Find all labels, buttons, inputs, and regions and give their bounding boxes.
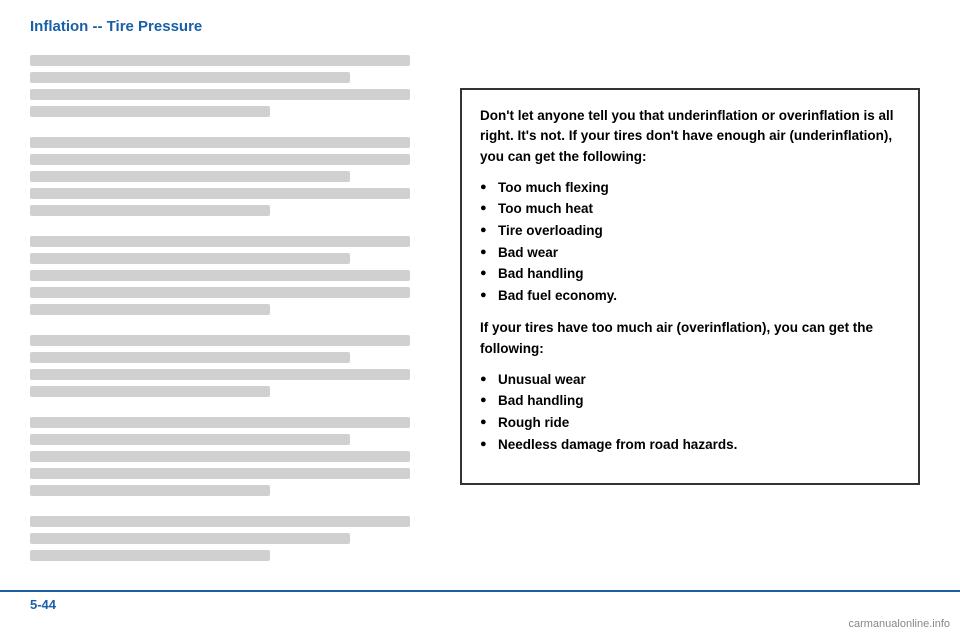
placeholder-line	[30, 304, 270, 315]
overinflation-bullet-item: Bad handling	[480, 390, 900, 412]
info-box-mid-text: If your tires have too much air (overinf…	[480, 318, 900, 359]
underinflation-list: Too much flexingToo much heatTire overlo…	[480, 177, 900, 307]
placeholder-line	[30, 550, 270, 561]
underinflation-bullet-item: Too much heat	[480, 198, 900, 220]
placeholder-line	[30, 468, 410, 479]
underinflation-bullet-item: Bad wear	[480, 242, 900, 264]
page-number: 5-44	[30, 597, 56, 612]
placeholder-line	[30, 270, 410, 281]
placeholder-line	[30, 253, 350, 264]
placeholder-line	[30, 55, 410, 66]
placeholder-line	[30, 335, 410, 346]
overinflation-bullet-item: Needless damage from road hazards.	[480, 434, 900, 456]
placeholder-line	[30, 516, 410, 527]
bottom-bar	[0, 590, 960, 592]
placeholder-line	[30, 434, 350, 445]
overinflation-bullet-item: Rough ride	[480, 412, 900, 434]
placeholder-line	[30, 106, 270, 117]
placeholder-line	[30, 89, 410, 100]
placeholder-line	[30, 72, 350, 83]
placeholder-line	[30, 171, 350, 182]
underinflation-bullet-item: Too much flexing	[480, 177, 900, 199]
placeholder-line	[30, 369, 410, 380]
placeholder-line	[30, 137, 410, 148]
placeholder-line	[30, 352, 350, 363]
placeholder-line	[30, 205, 270, 216]
placeholder-line	[30, 451, 410, 462]
placeholder-line	[30, 236, 410, 247]
placeholder-line	[30, 188, 410, 199]
placeholder-line	[30, 417, 410, 428]
page-title: Inflation -- Tire Pressure	[30, 18, 202, 35]
placeholder-line	[30, 287, 410, 298]
watermark: carmanualonline.info	[848, 618, 950, 630]
overinflation-bullet-item: Unusual wear	[480, 369, 900, 391]
info-box-intro-text: Don't let anyone tell you that underinfl…	[480, 106, 900, 167]
placeholder-line	[30, 154, 410, 165]
underinflation-bullet-item: Bad fuel economy.	[480, 285, 900, 307]
placeholder-line	[30, 533, 350, 544]
page-container: Inflation -- Tire Pressure	[0, 0, 960, 640]
info-box: Don't let anyone tell you that underinfl…	[460, 88, 920, 485]
underinflation-bullet-item: Tire overloading	[480, 220, 900, 242]
underinflation-bullet-item: Bad handling	[480, 263, 900, 285]
left-content	[30, 55, 430, 535]
placeholder-line	[30, 485, 270, 496]
placeholder-line	[30, 386, 270, 397]
overinflation-list: Unusual wearBad handlingRough rideNeedle…	[480, 369, 900, 455]
